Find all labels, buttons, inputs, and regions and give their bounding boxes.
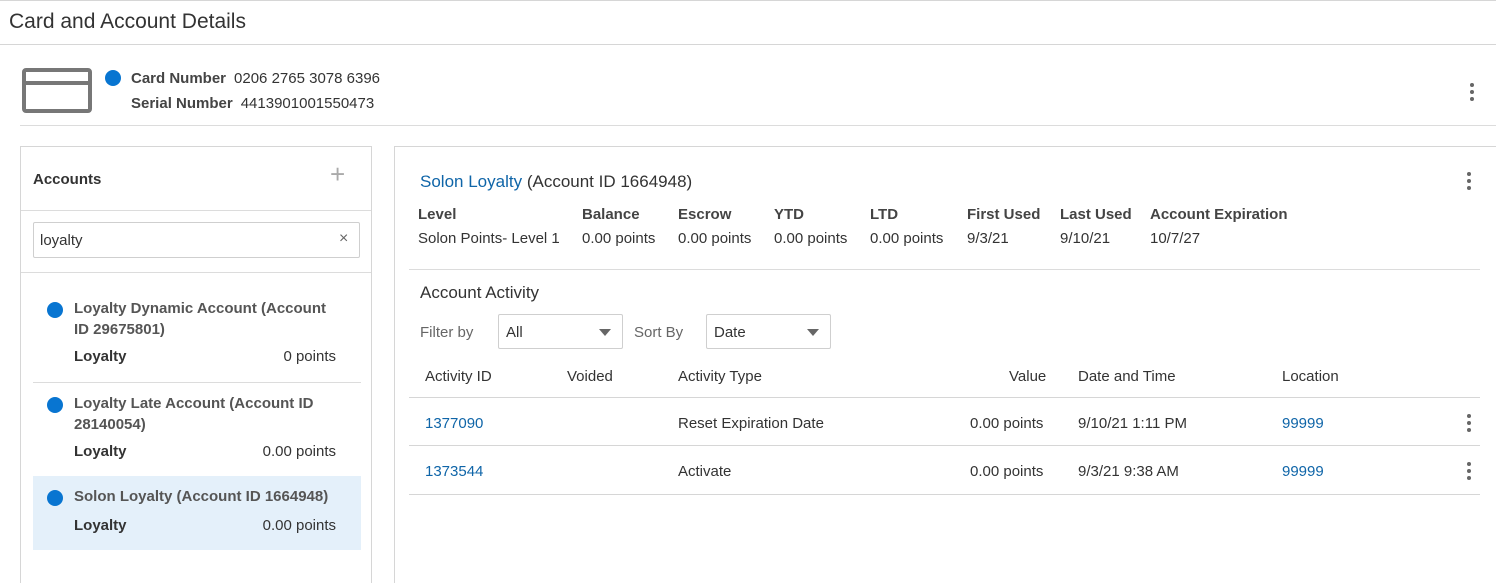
account-search-input[interactable]	[40, 223, 330, 257]
card-number-label: Card Number	[131, 70, 227, 87]
accounts-title: Accounts	[33, 171, 102, 188]
account-list-item[interactable]: Loyalty Dynamic Account (Account ID 2967…	[33, 288, 361, 383]
activity-id-link[interactable]: 1377090	[425, 415, 483, 432]
first-used-label: First Used	[967, 206, 1041, 223]
account-status-dot	[47, 397, 63, 413]
summary-ytd: YTD 0.00 points	[774, 206, 847, 247]
account-type: Loyalty	[74, 517, 127, 534]
account-list-item-selected[interactable]: Solon Loyalty (Account ID 1664948) Loyal…	[33, 476, 361, 550]
filter-by-value: All	[506, 324, 523, 341]
activity-date-time: 9/10/21 1:11 PM	[1078, 415, 1187, 432]
filter-by-select[interactable]: All	[498, 314, 623, 349]
escrow-value: 0.00 points	[678, 230, 752, 247]
col-date-time[interactable]: Date and Time	[1078, 368, 1176, 385]
account-id-text: (Account ID 1664948)	[526, 172, 693, 191]
account-search-box: ×	[33, 222, 360, 258]
activity-value: 0.00 points	[970, 463, 1044, 480]
sort-by-select[interactable]: Date	[706, 314, 831, 349]
activity-value: 0.00 points	[970, 415, 1044, 432]
account-points: 0.00 points	[262, 443, 336, 460]
summary-divider	[409, 269, 1480, 270]
summary-expiration: Account Expiration 10/7/27	[1150, 206, 1288, 247]
account-heading: Solon Loyalty (Account ID 1664948)	[420, 172, 692, 192]
account-search: ×	[21, 211, 371, 273]
ytd-label: YTD	[774, 206, 804, 223]
col-value[interactable]: Value	[1009, 368, 1046, 385]
activity-title: Account Activity	[420, 283, 540, 302]
activity-type: Activate	[678, 463, 732, 480]
last-used-value: 9/10/21	[1060, 230, 1111, 247]
escrow-label: Escrow	[678, 206, 732, 223]
expiration-value: 10/7/27	[1150, 230, 1201, 247]
col-activity-type[interactable]: Activity Type	[678, 368, 762, 385]
balance-value: 0.00 points	[582, 230, 656, 247]
account-details-panel: Solon Loyalty (Account ID 1664948) Level…	[394, 146, 1496, 583]
balance-label: Balance	[582, 206, 640, 223]
credit-card-icon	[22, 68, 92, 113]
account-status-dot	[47, 490, 63, 506]
account-name-link[interactable]: Solon Loyalty	[420, 172, 522, 191]
last-used-label: Last Used	[1060, 206, 1132, 223]
summary-first-used: First Used 9/3/21	[967, 206, 1040, 247]
col-activity-id[interactable]: Activity ID	[425, 368, 492, 385]
activity-type: Reset Expiration Date	[678, 415, 824, 432]
sort-by-value: Date	[714, 324, 746, 341]
location-link[interactable]: 99999	[1282, 463, 1324, 480]
activity-id-link[interactable]: 1373544	[425, 463, 483, 480]
account-name: Loyalty Dynamic Account (Account ID 2967…	[74, 300, 326, 338]
card-number-line: Card Number 0206 2765 3078 6396	[131, 70, 380, 87]
summary-ltd: LTD 0.00 points	[870, 206, 943, 247]
expiration-label: Account Expiration	[1150, 206, 1288, 223]
card-actions-kebab-icon[interactable]	[1462, 80, 1482, 104]
serial-number-value: 4413901001550473	[240, 95, 375, 112]
table-header-divider	[409, 397, 1480, 398]
summary-level: Level Solon Points- Level 1	[418, 206, 560, 247]
summary-balance: Balance 0.00 points	[582, 206, 655, 247]
level-label: Level	[418, 206, 457, 223]
col-voided[interactable]: Voided	[567, 368, 613, 385]
page-header: Card and Account Details	[0, 0, 1496, 45]
table-row-divider	[409, 494, 1480, 495]
account-actions-kebab-icon[interactable]	[1459, 169, 1479, 193]
ltd-label: LTD	[870, 206, 899, 223]
table-row-divider	[409, 445, 1480, 446]
card-number-value: 0206 2765 3078 6396	[234, 70, 381, 87]
account-type: Loyalty	[74, 443, 127, 460]
add-account-plus-icon[interactable]: +	[330, 161, 345, 187]
account-status-dot	[47, 302, 63, 318]
serial-number-line: Serial Number 4413901001550473	[131, 95, 374, 112]
summary-escrow: Escrow 0.00 points	[678, 206, 751, 247]
activity-date-time: 9/3/21 9:38 AM	[1078, 463, 1179, 480]
level-value: Solon Points- Level 1	[418, 230, 560, 247]
card-status-dot	[105, 70, 121, 86]
accounts-panel: Accounts + × Loyalty Dynamic Account (Ac…	[20, 146, 372, 583]
row-actions-kebab-icon[interactable]	[1459, 411, 1479, 435]
ytd-value: 0.00 points	[774, 230, 848, 247]
account-name: Loyalty Late Account (Account ID 2814005…	[74, 395, 314, 433]
card-summary: Card Number 0206 2765 3078 6396 Serial Nu…	[20, 60, 1496, 126]
account-points: 0 points	[283, 348, 336, 365]
row-actions-kebab-icon[interactable]	[1459, 459, 1479, 483]
summary-last-used: Last Used 9/10/21	[1060, 206, 1132, 247]
serial-number-label: Serial Number	[131, 95, 233, 112]
location-link[interactable]: 99999	[1282, 415, 1324, 432]
ltd-value: 0.00 points	[870, 230, 944, 247]
chevron-down-icon	[599, 329, 611, 336]
first-used-value: 9/3/21	[967, 230, 1009, 247]
account-name: Solon Loyalty (Account ID 1664948)	[74, 488, 329, 505]
account-type: Loyalty	[74, 348, 127, 365]
chevron-down-icon	[807, 329, 819, 336]
page-title: Card and Account Details	[9, 10, 246, 33]
account-list-item[interactable]: Loyalty Late Account (Account ID 2814005…	[33, 383, 361, 478]
filter-by-label: Filter by	[420, 324, 474, 341]
accounts-header: Accounts +	[21, 147, 371, 211]
clear-search-icon[interactable]: ×	[339, 230, 348, 248]
account-points: 0.00 points	[262, 517, 336, 534]
col-location[interactable]: Location	[1282, 368, 1339, 385]
sort-by-label: Sort By	[634, 324, 684, 341]
